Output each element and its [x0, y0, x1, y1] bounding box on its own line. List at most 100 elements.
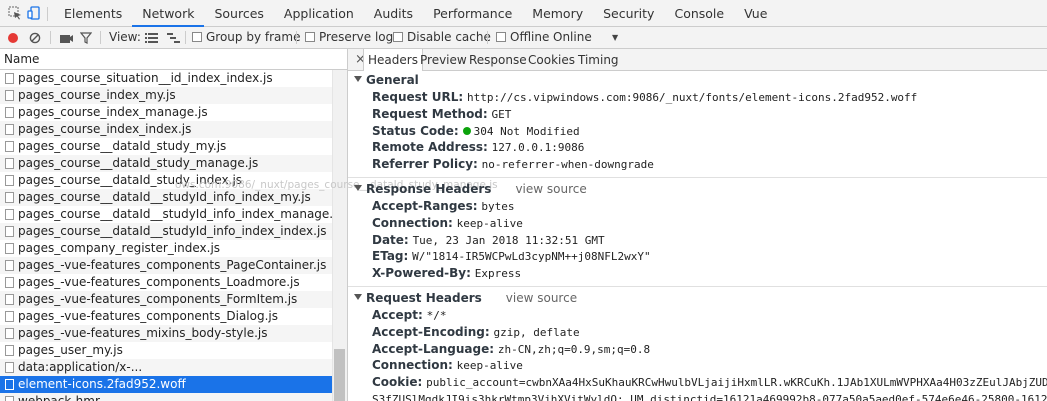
file-icon [5, 294, 14, 305]
request-row[interactable]: pages_course__dataId__studyId_info_index… [0, 223, 332, 240]
throttling-select[interactable]: Online [553, 27, 592, 48]
request-row[interactable]: pages_course_index_manage.js [0, 104, 332, 121]
request-row[interactable]: pages_-vue-features_components_Dialog.js [0, 308, 332, 325]
offline-checkbox[interactable]: Offline [496, 27, 549, 48]
checkbox-box [496, 32, 506, 42]
view-source-link[interactable]: view source [515, 182, 586, 196]
file-icon [5, 73, 14, 84]
scrollbar-thumb[interactable] [334, 349, 345, 401]
offline-label: Offline [510, 30, 550, 44]
request-row[interactable]: pages_-vue-features_mixins_body-style.js [0, 325, 332, 342]
request-row[interactable]: pages_-vue-features_components_PageConta… [0, 257, 332, 274]
header-row-request-method: Request Method: GET [348, 106, 1047, 123]
request-name: pages_course__dataId_study_manage.js [18, 156, 259, 170]
tab-vue[interactable]: Vue [734, 0, 777, 27]
request-row[interactable]: pages_course_situation__id_index_index.j… [0, 70, 332, 87]
header-row: Date: Tue, 23 Jan 2018 11:32:51 GMT [348, 232, 1047, 249]
header-row: ETag: W/"1814-IR5WCPwLd3cypNM++j08NFL2wx… [348, 248, 1047, 265]
header-value: */* [426, 308, 447, 322]
tab-audits[interactable]: Audits [364, 0, 423, 27]
request-row[interactable]: pages_course_index_index.js [0, 121, 332, 138]
request-row[interactable]: data:application/x-... [0, 359, 332, 376]
request-name: pages_course_situation__id_index_index.j… [18, 71, 273, 85]
chevron-down-icon[interactable]: ▼ [612, 27, 618, 48]
request-row[interactable]: pages_company_register_index.js [0, 240, 332, 257]
waterfall-overview-icon[interactable] [167, 32, 180, 43]
header-key: Request URL: [372, 90, 464, 104]
large-rows-icon[interactable] [145, 32, 158, 43]
file-icon [5, 226, 14, 237]
toolbar-separator [100, 31, 101, 44]
preserve-log-label: Preserve log [319, 30, 394, 44]
header-key: Status Code: [372, 123, 459, 138]
clear-icon[interactable] [29, 32, 41, 44]
request-name: pages_course_index_manage.js [18, 105, 208, 119]
request-row[interactable]: pages_user_my.js [0, 342, 332, 359]
request-name: pages_-vue-features_components_FormItem.… [18, 292, 298, 306]
request-headers-section-header[interactable]: Request Headers view source [348, 290, 1047, 307]
header-key: X-Powered-By: [372, 266, 471, 281]
tab-cookies[interactable]: Cookies [528, 49, 575, 71]
header-row-status-code: Status Code: 304 Not Modified [348, 123, 1047, 140]
status-ok-dot-icon [462, 126, 471, 135]
tab-elements[interactable]: Elements [54, 0, 132, 27]
request-row[interactable]: pages_course__dataId_study_manage.js [0, 155, 332, 172]
request-name: webpack-hmr [18, 394, 100, 401]
request-row[interactable]: pages_course__dataId__studyId_info_index… [0, 206, 332, 223]
preserve-log-checkbox[interactable]: Preserve log [305, 27, 393, 48]
tab-sources[interactable]: Sources [204, 0, 273, 27]
header-row: Accept-Encoding: gzip, deflate [348, 324, 1047, 341]
device-toolbar-icon[interactable] [27, 6, 41, 20]
tab-memory[interactable]: Memory [522, 0, 593, 27]
tab-preview[interactable]: Preview [420, 49, 467, 71]
header-key: Referrer Policy: [372, 157, 478, 172]
header-value: no-referrer-when-downgrade [481, 158, 654, 172]
devtools-tabbar: Elements Network Sources Application Aud… [0, 0, 1047, 27]
request-name: pages_course__dataId__studyId_info_index… [18, 190, 311, 204]
request-name: pages_course__dataId__studyId_info_index… [18, 224, 327, 238]
group-by-frame-label: Group by frame [206, 30, 301, 44]
cookie-continuation-row: S3fZUSlMgdkJI9is3hkrWtmp3VjhXVitWyldO; U… [348, 391, 1047, 401]
general-section-header[interactable]: General [348, 72, 1047, 89]
screenshot-camera-icon[interactable] [60, 33, 73, 43]
header-key: Remote Address: [372, 140, 488, 155]
header-key: Accept-Ranges: [372, 198, 478, 213]
request-name: pages_-vue-features_mixins_body-style.js [18, 326, 268, 340]
request-row[interactable]: pages_course__dataId_study_my.js [0, 138, 332, 155]
header-row-request-url: Request URL: http://cs.vipwindows.com:90… [348, 89, 1047, 106]
inspect-element-icon[interactable] [8, 6, 22, 20]
header-value: Tue, 23 Jan 2018 11:32:51 GMT [412, 233, 605, 247]
file-icon [5, 192, 14, 203]
header-key: Accept: [372, 307, 423, 322]
header-key: Date: [372, 232, 409, 247]
request-row[interactable]: pages_-vue-features_components_Loadmore.… [0, 274, 332, 291]
file-icon [5, 90, 14, 101]
request-name: data:application/x-... [18, 360, 143, 374]
toolbar-separator [487, 31, 488, 44]
request-row[interactable]: webpack-hmr [0, 393, 332, 401]
toolbar-separator [185, 31, 186, 44]
group-by-frame-checkbox[interactable]: Group by frame [192, 27, 300, 48]
tab-console[interactable]: Console [664, 0, 734, 27]
tab-performance[interactable]: Performance [423, 0, 522, 27]
request-row[interactable]: pages_course_index_my.js [0, 87, 332, 104]
header-value: zh-CN,zh;q=0.9,sm;q=0.8 [497, 342, 651, 356]
request-row[interactable]: element-icons.2fad952.woff [0, 376, 332, 393]
tab-security[interactable]: Security [593, 0, 664, 27]
filter-icon[interactable] [80, 32, 92, 44]
tab-network[interactable]: Network [132, 0, 205, 27]
tab-headers[interactable]: Headers [363, 49, 423, 71]
request-row[interactable]: pages_-vue-features_components_FormItem.… [0, 291, 332, 308]
disable-cache-checkbox[interactable]: Disable cache [393, 27, 491, 48]
tab-response[interactable]: Response [469, 49, 527, 71]
name-column-header[interactable]: Name [0, 49, 347, 70]
tab-timing[interactable]: Timing [578, 49, 619, 71]
record-icon[interactable] [7, 32, 19, 44]
header-value: GET [491, 107, 512, 121]
header-row-referrer-policy: Referrer Policy: no-referrer-when-downgr… [348, 156, 1047, 173]
tab-application[interactable]: Application [274, 0, 364, 27]
header-row: Accept: */* [348, 307, 1047, 324]
file-icon [5, 379, 14, 390]
view-source-link[interactable]: view source [506, 291, 577, 305]
response-headers-section-header[interactable]: Response Headers view source [348, 181, 1047, 198]
